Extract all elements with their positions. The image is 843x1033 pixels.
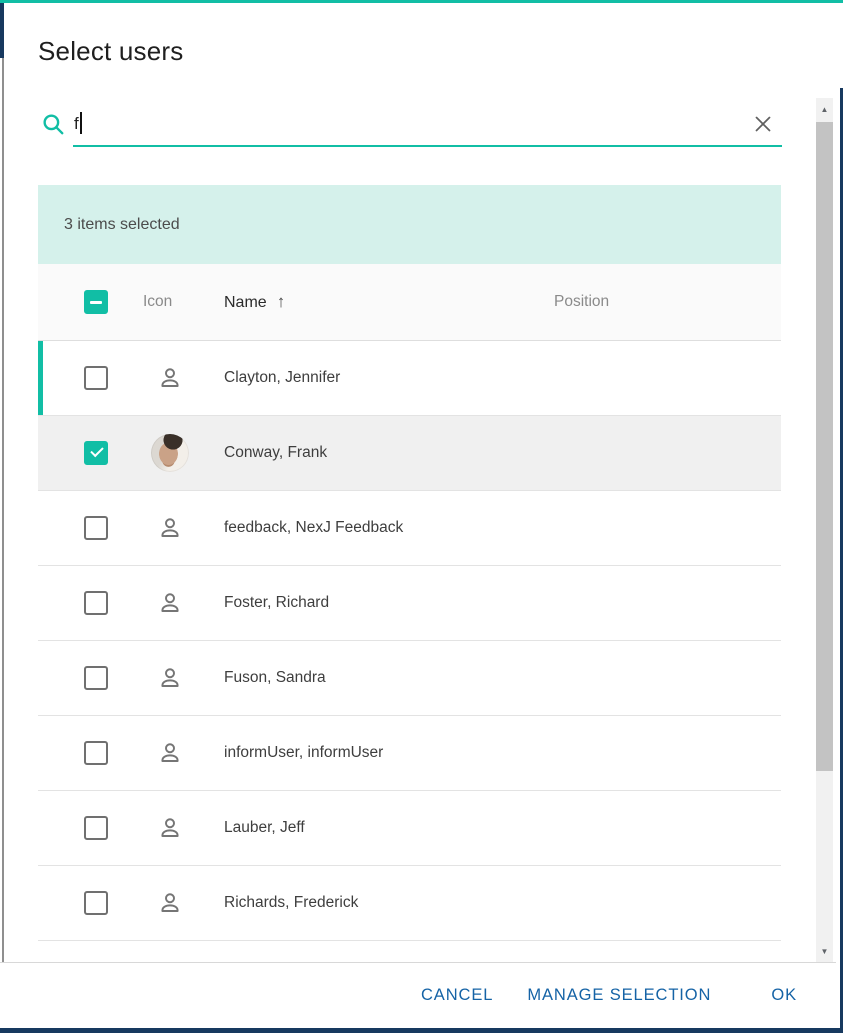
page-bottom-edge	[0, 1028, 843, 1033]
table-row[interactable]: informUser, informUser	[38, 716, 781, 791]
row-checkbox[interactable]	[84, 516, 108, 540]
user-name: Conway, Frank	[224, 444, 327, 462]
table-body: Clayton, Jennifer Conway, Frank feedback…	[38, 341, 781, 962]
column-header-position: Position	[554, 293, 609, 311]
user-name: Fuson, Sandra	[224, 669, 326, 687]
person-icon	[157, 590, 183, 616]
column-header-icon: Icon	[143, 293, 172, 311]
scrollbar-thumb[interactable]	[816, 122, 833, 771]
user-name: Foster, Richard	[224, 594, 329, 612]
dialog-footer: CANCEL MANAGE SELECTION OK	[0, 963, 797, 1028]
close-icon[interactable]	[750, 111, 776, 137]
user-name: Clayton, Jennifer	[224, 369, 340, 387]
avatar	[151, 434, 189, 472]
search-input[interactable]: f	[74, 112, 82, 134]
selection-banner: 3 items selected	[38, 185, 781, 264]
scroll-down-arrow-icon[interactable]: ▼	[816, 940, 833, 962]
person-icon	[157, 665, 183, 691]
manage-selection-button[interactable]: MANAGE SELECTION	[527, 986, 711, 1005]
cancel-button[interactable]: CANCEL	[421, 986, 493, 1005]
person-icon	[157, 515, 183, 541]
table-row[interactable]: Conway, Frank	[38, 416, 781, 491]
person-icon	[157, 365, 183, 391]
table-row[interactable]: Fuson, Sandra	[38, 641, 781, 716]
table-row[interactable]: Richards, Frederick	[38, 866, 781, 941]
row-checkbox[interactable]	[84, 816, 108, 840]
table-row[interactable]: Lauber, Jeff	[38, 791, 781, 866]
user-name: Richards, Frederick	[224, 894, 358, 912]
person-icon	[157, 740, 183, 766]
table-header-row: Icon Name↑ Position	[38, 264, 781, 341]
user-table: 3 items selected Icon Name↑ Position Cla…	[38, 185, 781, 962]
page-top-accent-bar	[0, 0, 843, 3]
user-name: feedback, NexJ Feedback	[224, 519, 403, 537]
row-checkbox[interactable]	[84, 591, 108, 615]
table-row[interactable]: Foster, Richard	[38, 566, 781, 641]
selection-banner-text: 3 items selected	[64, 216, 180, 234]
focused-row-indicator	[38, 341, 43, 415]
vertical-scrollbar[interactable]: ▲ ▼	[816, 98, 833, 962]
search-icon	[40, 111, 66, 137]
row-checkbox[interactable]	[84, 366, 108, 390]
dialog-left-border	[2, 58, 4, 985]
sort-ascending-icon: ↑	[277, 292, 286, 311]
row-checkbox[interactable]	[84, 741, 108, 765]
row-checkbox[interactable]	[84, 891, 108, 915]
dialog-title: Select users	[38, 36, 183, 67]
search-underline	[73, 145, 782, 147]
page-background-edge	[0, 3, 4, 58]
table-row[interactable]: Clayton, Jennifer	[38, 341, 781, 416]
person-icon	[157, 815, 183, 841]
search-field[interactable]: f	[38, 104, 782, 148]
table-row[interactable]: feedback, NexJ Feedback	[38, 491, 781, 566]
user-name: informUser, informUser	[224, 744, 383, 762]
user-name: Lauber, Jeff	[224, 819, 305, 837]
column-header-name[interactable]: Name↑	[224, 292, 285, 312]
scroll-up-arrow-icon[interactable]: ▲	[816, 98, 833, 120]
select-all-checkbox[interactable]	[84, 290, 108, 314]
ok-button[interactable]: OK	[771, 986, 797, 1005]
text-caret	[80, 112, 82, 134]
row-checkbox[interactable]	[84, 666, 108, 690]
row-checkbox[interactable]	[84, 441, 108, 465]
person-icon	[157, 890, 183, 916]
table-row[interactable]: Shaw, Thomas	[38, 941, 781, 962]
